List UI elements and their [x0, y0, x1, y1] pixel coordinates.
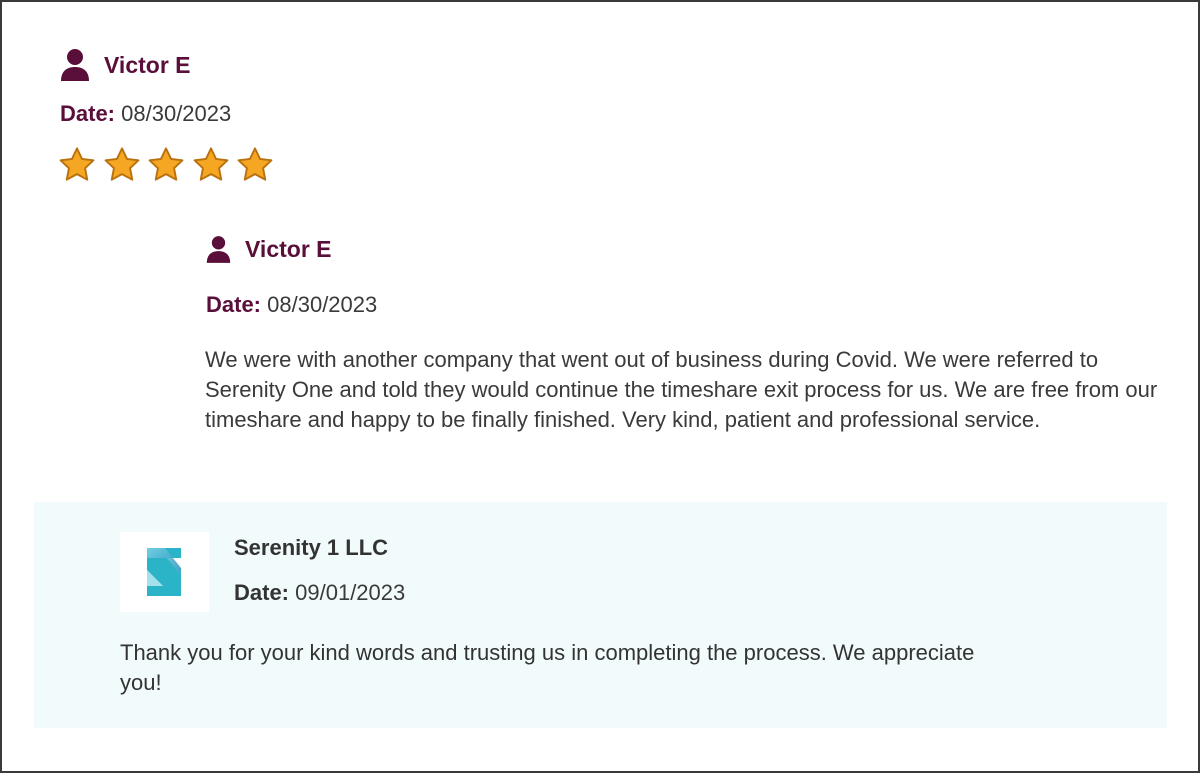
user-icon [206, 236, 231, 263]
star-rating [58, 146, 281, 184]
reviewer-header: Victor E [60, 48, 191, 82]
review-detail-date-label: Date: [206, 292, 262, 317]
reply-date-label: Date: [234, 580, 290, 605]
star-icon [193, 147, 228, 181]
company-logo [120, 532, 209, 612]
reply-date: Date: 09/01/2023 [234, 580, 405, 606]
reviewer-name: Victor E [104, 51, 191, 78]
review-detail-date: Date: 08/30/2023 [206, 292, 377, 318]
star-icon [148, 147, 184, 181]
review-detail-date-value: 08/30/2023 [267, 292, 378, 317]
star-icon [237, 147, 273, 181]
star-icon [59, 147, 95, 181]
reply-date-value: 09/01/2023 [295, 580, 406, 605]
review-detail-author: Victor E [245, 236, 332, 262]
review-text: We were with another company that went o… [205, 347, 1158, 432]
reply-text: Thank you for your kind words and trusti… [120, 640, 975, 695]
review-date-label: Date: [60, 101, 116, 126]
serenity-logo [146, 548, 181, 596]
company-name: Serenity 1 LLC [234, 535, 389, 560]
review-date-value: 08/30/2023 [121, 101, 232, 126]
user-icon [61, 49, 89, 81]
review-detail-header: Victor E [206, 235, 332, 264]
review-date: Date: 08/30/2023 [60, 101, 231, 127]
star-icon [104, 147, 139, 181]
